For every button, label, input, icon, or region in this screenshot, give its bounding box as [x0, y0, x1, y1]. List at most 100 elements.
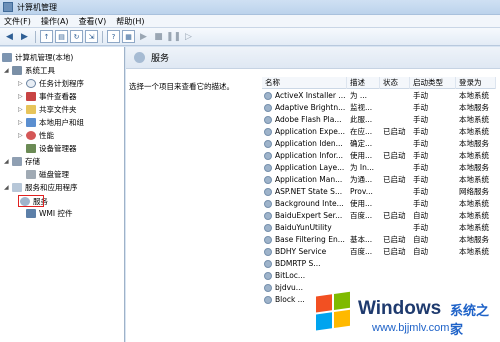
table-row[interactable]: Application Infor... 使用... 已启动 手动 本地系统	[262, 150, 496, 162]
watermark-url: www.bjjmlv.com	[372, 322, 450, 334]
show-hide-tree-icon[interactable]: ▤	[55, 30, 68, 43]
service-description-cell: 此服...	[350, 115, 373, 124]
service-startup-cell: 手动	[413, 199, 428, 208]
column-header-startup-type[interactable]: 启动类型	[410, 77, 456, 89]
export-list-icon[interactable]: ⇲	[85, 30, 98, 43]
service-gear-icon	[264, 140, 272, 148]
toolbar-separator	[35, 30, 36, 43]
tree-event-viewer[interactable]: ▷ 事件查看器	[18, 90, 77, 102]
computer-management-icon	[3, 2, 13, 12]
tree-system-tools[interactable]: ◢ 系统工具	[4, 64, 55, 76]
table-row[interactable]: Adobe Flash Pla... 此服... 手动 本地系统	[262, 114, 496, 126]
tree-disk-management[interactable]: 磁盘管理	[26, 168, 69, 180]
table-row[interactable]: BDMRTP S...	[262, 258, 496, 270]
menu-help[interactable]: 帮助(H)	[116, 16, 144, 27]
disk-icon	[26, 169, 36, 179]
service-startup-cell: 自动	[413, 211, 428, 220]
collapse-arrow-icon[interactable]: ◢	[4, 184, 12, 191]
computer-icon	[2, 52, 12, 62]
forward-arrow-icon[interactable]: ▶	[18, 30, 31, 43]
tree-local-users-label: 本地用户和组	[39, 117, 84, 127]
refresh-icon[interactable]: ↻	[70, 30, 83, 43]
collapse-arrow-icon[interactable]: ◢	[4, 158, 12, 165]
expand-arrow-icon[interactable]: ▷	[18, 106, 26, 113]
tree-device-manager[interactable]: 设备管理器	[26, 142, 77, 154]
service-description-cell	[347, 222, 380, 234]
table-row[interactable]: Application Expe... 在应... 已启动 手动 本地系统	[262, 126, 496, 138]
properties-icon[interactable]: ▦	[122, 30, 135, 43]
service-description-cell: 百度...	[350, 247, 373, 256]
service-login-cell: 本地系统	[459, 199, 489, 208]
menu-bar: 文件(F) 操作(A) 查看(V) 帮助(H)	[0, 15, 500, 28]
service-name-cell: Adaptive Brightn...	[262, 102, 347, 114]
table-row[interactable]: BitLoc...	[262, 270, 496, 282]
restart-icon[interactable]: ▷	[182, 30, 195, 43]
expand-arrow-icon[interactable]: ▷	[18, 132, 26, 139]
back-arrow-icon[interactable]: ◀	[3, 30, 16, 43]
up-folder-icon[interactable]: ↑	[40, 30, 53, 43]
column-header-description[interactable]: 描述	[347, 77, 380, 89]
tree-task-scheduler[interactable]: ▷ 任务计划程序	[18, 77, 84, 89]
table-row[interactable]: BDHY Service 百度... 已启动 自动 本地系统	[262, 246, 496, 258]
expand-arrow-icon[interactable]: ▷	[18, 80, 26, 87]
tree-shared-folders-label: 共享文件夹	[39, 104, 77, 114]
table-row[interactable]: Background Inte... 使用... 手动 本地系统	[262, 198, 496, 210]
selection-highlight	[18, 195, 44, 207]
stop-icon[interactable]: ■	[152, 30, 165, 43]
service-startup-cell	[410, 270, 456, 282]
service-status-cell: 已启动	[383, 247, 406, 256]
menu-view[interactable]: 查看(V)	[79, 16, 107, 27]
tree-system-tools-label: 系统工具	[25, 65, 55, 75]
column-header-status[interactable]: 状态	[380, 77, 410, 89]
service-name-cell: Application Expe...	[262, 126, 347, 138]
service-login-cell: 本地服务	[459, 163, 489, 172]
tree-root[interactable]: 计算机管理(本地)	[2, 51, 73, 63]
service-description-cell: 百度...	[350, 211, 373, 220]
table-row[interactable]: BaiduExpert Ser... 百度... 已启动 自动 本地系统	[262, 210, 496, 222]
table-row[interactable]: ActiveX Installer ... 为 ... 手动 本地系统	[262, 90, 496, 102]
service-gear-icon	[264, 260, 272, 268]
tree-shared-folders[interactable]: ▷ 共享文件夹	[18, 103, 77, 115]
tree-performance-label: 性能	[39, 130, 54, 140]
table-row[interactable]: BaiduYunUtility 手动 本地系统	[262, 222, 496, 234]
service-startup-cell: 手动	[413, 139, 428, 148]
storage-icon	[12, 156, 22, 166]
menu-file[interactable]: 文件(F)	[4, 16, 31, 27]
column-header-name[interactable]: 名称	[262, 77, 347, 89]
table-row[interactable]: Application Laye... 为 In... 手动 本地服务	[262, 162, 496, 174]
tools-icon	[12, 65, 22, 75]
table-row[interactable]: Application Iden... 确定... 手动 本地服务	[262, 138, 496, 150]
tree-storage[interactable]: ◢ 存储	[4, 155, 40, 167]
tree-performance[interactable]: ▷ 性能	[18, 129, 54, 141]
expand-arrow-icon[interactable]: ▷	[18, 93, 26, 100]
service-startup-cell: 手动	[413, 163, 428, 172]
start-icon[interactable]: ▶	[137, 30, 150, 43]
pause-icon[interactable]: ❚❚	[166, 30, 181, 43]
menu-action[interactable]: 操作(A)	[41, 16, 69, 27]
pane-title: 服务	[151, 54, 170, 64]
table-row[interactable]: ASP.NET State S... Prov... 手动 网络服务	[262, 186, 496, 198]
table-row[interactable]: Adaptive Brightn... 监视... 手动 本地服务	[262, 102, 496, 114]
service-startup-cell: 手动	[413, 91, 428, 100]
collapse-arrow-icon[interactable]: ◢	[4, 67, 12, 74]
service-name-cell: Application Laye...	[262, 162, 347, 174]
service-gear-icon	[264, 176, 272, 184]
service-login-cell: 本地服务	[459, 103, 489, 112]
service-login-cell: 网络服务	[459, 187, 489, 196]
tree-wmi[interactable]: WMI 控件	[26, 207, 72, 219]
tree-services-apps[interactable]: ◢ 服务和应用程序	[4, 181, 78, 193]
tree-device-manager-label: 设备管理器	[39, 143, 77, 153]
toolbar: ◀ ▶ ↑ ▤ ↻ ⇲ ? ▦ ▶ ■ ❚❚ ▷	[0, 28, 500, 46]
expand-arrow-icon[interactable]: ▷	[18, 119, 26, 126]
service-startup-cell: 手动	[413, 127, 428, 136]
table-row[interactable]: Application Man... 为通... 已启动 手动 本地系统	[262, 174, 496, 186]
help-icon[interactable]: ?	[107, 30, 120, 43]
column-header-log-on-as[interactable]: 登录为	[456, 77, 496, 89]
service-gear-icon	[264, 128, 272, 136]
table-row[interactable]: Base Filtering En... 基本... 已启动 自动 本地服务	[262, 234, 496, 246]
service-gear-icon	[264, 248, 272, 256]
service-name-cell: BaiduExpert Ser...	[262, 210, 347, 222]
tree-local-users[interactable]: ▷ 本地用户和组	[18, 116, 84, 128]
wmi-icon	[26, 208, 36, 218]
service-description-cell: 使用...	[350, 199, 373, 208]
